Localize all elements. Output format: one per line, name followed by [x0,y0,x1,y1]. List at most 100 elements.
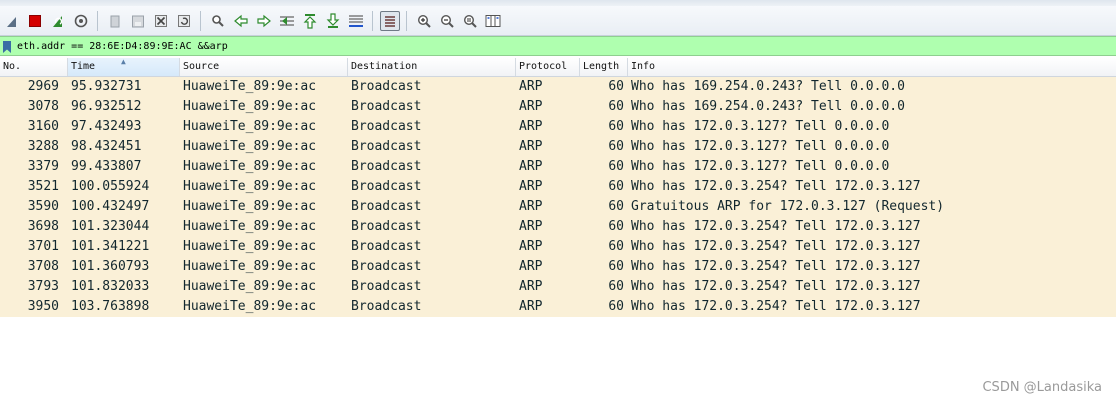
column-header-no[interactable]: No. [0,58,68,76]
column-header-info[interactable]: Info [628,58,1116,76]
toolbar-separator [372,10,373,31]
toolbar-separator [406,10,407,31]
table-row[interactable]: 3793 101.832033 HuaweiTe_89:9e:ac Broadc… [0,277,1116,297]
cell-destination: Broadcast [351,79,422,94]
cell-destination: Broadcast [351,179,422,194]
go-to-packet-icon[interactable] [277,11,297,31]
cell-no: 3698 [27,219,59,234]
reload-file-icon[interactable] [174,11,194,31]
close-file-icon[interactable] [151,11,171,31]
cell-destination: Broadcast [351,139,422,154]
cell-info: Who has 172.0.3.254? Tell 172.0.3.127 [631,299,921,314]
cell-no: 3708 [27,259,59,274]
find-packet-icon[interactable] [208,11,228,31]
cell-protocol: ARP [519,119,543,134]
cell-time: 99.433807 [71,159,142,174]
cell-destination: Broadcast [351,199,422,214]
cell-destination: Broadcast [351,119,422,134]
save-file-icon[interactable] [128,11,148,31]
bookmark-icon[interactable] [2,39,12,53]
cell-protocol: ARP [519,199,543,214]
packet-list-header: No. ▲ Time Source Destination Protocol L… [0,58,1116,77]
cell-length: 60 [608,279,624,294]
stop-capture-icon[interactable] [25,11,45,31]
auto-scroll-icon[interactable] [346,11,366,31]
normal-size-icon[interactable] [460,11,480,31]
go-forward-icon[interactable] [254,11,274,31]
table-row[interactable]: 2969 95.932731 HuaweiTe_89:9e:ac Broadca… [0,77,1116,97]
shark-fin-icon[interactable] [2,11,22,31]
cell-source: HuaweiTe_89:9e:ac [183,179,317,194]
column-header-destination[interactable]: Destination [348,58,516,76]
cell-source: HuaweiTe_89:9e:ac [183,119,317,134]
cell-time: 97.432493 [71,119,142,134]
table-row[interactable]: 3950 103.763898 HuaweiTe_89:9e:ac Broadc… [0,297,1116,317]
cell-length: 60 [608,99,624,114]
cell-no: 3793 [27,279,59,294]
zoom-out-icon[interactable] [437,11,457,31]
cell-protocol: ARP [519,159,543,174]
cell-info: Who has 172.0.3.127? Tell 0.0.0.0 [631,159,890,174]
table-row[interactable]: 3698 101.323044 HuaweiTe_89:9e:ac Broadc… [0,217,1116,237]
cell-source: HuaweiTe_89:9e:ac [183,159,317,174]
cell-time: 101.360793 [71,259,150,274]
cell-protocol: ARP [519,139,543,154]
cell-info: Who has 172.0.3.254? Tell 172.0.3.127 [631,239,921,254]
table-row[interactable]: 3288 98.432451 HuaweiTe_89:9e:ac Broadca… [0,137,1116,157]
main-toolbar [0,6,1116,36]
last-packet-icon[interactable] [323,11,343,31]
cell-source: HuaweiTe_89:9e:ac [183,299,317,314]
table-row[interactable]: 3701 101.341221 HuaweiTe_89:9e:ac Broadc… [0,237,1116,257]
column-header-length[interactable]: Length [580,58,628,76]
cell-protocol: ARP [519,259,543,274]
table-row[interactable]: 3160 97.432493 HuaweiTe_89:9e:ac Broadca… [0,117,1116,137]
cell-info: Gratuitous ARP for 172.0.3.127 (Request) [631,199,945,214]
column-header-source[interactable]: Source [180,58,348,76]
cell-info: Who has 172.0.3.127? Tell 0.0.0.0 [631,119,890,134]
cell-source: HuaweiTe_89:9e:ac [183,279,317,294]
cell-no: 3590 [27,199,59,214]
cell-no: 3950 [27,299,59,314]
cell-protocol: ARP [519,279,543,294]
cell-time: 103.763898 [71,299,150,314]
resize-columns-icon[interactable] [483,11,503,31]
table-row[interactable]: 3590 100.432497 HuaweiTe_89:9e:ac Broadc… [0,197,1116,217]
display-filter-input[interactable]: eth.addr == 28:6E:D4:89:9E:AC &&arp [17,41,228,52]
cell-no: 3701 [27,239,59,254]
display-filter-bar[interactable]: eth.addr == 28:6E:D4:89:9E:AC &&arp [0,36,1116,56]
colorize-icon[interactable] [379,10,400,31]
cell-no: 3379 [27,159,59,174]
column-header-time[interactable]: ▲ Time [68,58,180,76]
table-row[interactable]: 3708 101.360793 HuaweiTe_89:9e:ac Broadc… [0,257,1116,277]
cell-source: HuaweiTe_89:9e:ac [183,79,317,94]
table-row[interactable]: 3379 99.433807 HuaweiTe_89:9e:ac Broadca… [0,157,1116,177]
cell-length: 60 [608,179,624,194]
cell-no: 3160 [27,119,59,134]
zoom-in-icon[interactable] [414,11,434,31]
first-packet-icon[interactable] [300,11,320,31]
cell-length: 60 [608,79,624,94]
cell-source: HuaweiTe_89:9e:ac [183,99,317,114]
open-file-icon[interactable] [105,11,125,31]
table-row[interactable]: 3521 100.055924 HuaweiTe_89:9e:ac Broadc… [0,177,1116,197]
cell-source: HuaweiTe_89:9e:ac [183,139,317,154]
cell-time: 101.832033 [71,279,150,294]
cell-source: HuaweiTe_89:9e:ac [183,259,317,274]
cell-length: 60 [608,199,624,214]
table-row[interactable]: 3078 96.932512 HuaweiTe_89:9e:ac Broadca… [0,97,1116,117]
cell-destination: Broadcast [351,219,422,234]
cell-protocol: ARP [519,99,543,114]
cell-length: 60 [608,139,624,154]
restart-capture-icon[interactable] [48,11,68,31]
cell-info: Who has 172.0.3.254? Tell 172.0.3.127 [631,179,921,194]
cell-no: 3288 [27,139,59,154]
cell-source: HuaweiTe_89:9e:ac [183,239,317,254]
go-back-icon[interactable] [231,11,251,31]
capture-options-icon[interactable] [71,11,91,31]
cell-protocol: ARP [519,79,543,94]
cell-protocol: ARP [519,219,543,234]
cell-time: 101.323044 [71,219,150,234]
cell-length: 60 [608,119,624,134]
column-header-protocol[interactable]: Protocol [516,58,580,76]
cell-length: 60 [608,159,624,174]
